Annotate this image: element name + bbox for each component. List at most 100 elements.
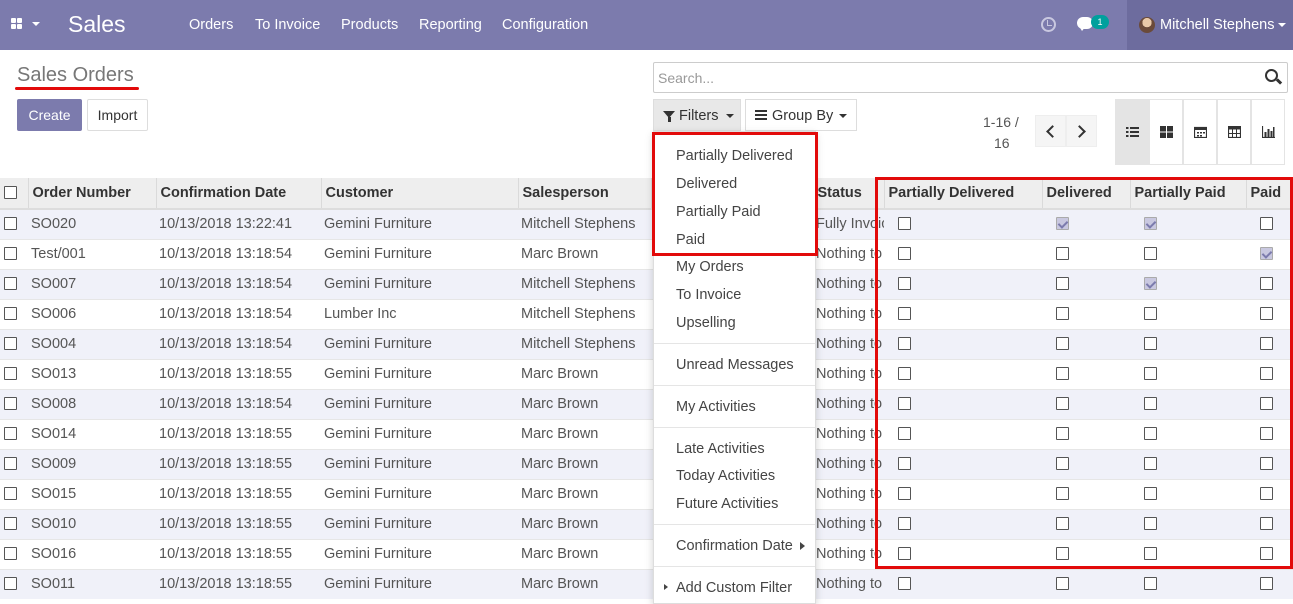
row-select-checkbox[interactable] [0, 568, 28, 599]
pager-total: 16 [994, 135, 1010, 151]
confirmation-date-cell: 10/13/2018 13:18:55 [156, 358, 321, 389]
table-row[interactable]: SO011 10/13/2018 13:18:55 Gemini Furniture… [0, 568, 1293, 599]
row-checkbox[interactable] [4, 246, 17, 260]
row-select-checkbox[interactable] [0, 418, 28, 449]
boolean-checkbox [1056, 576, 1069, 590]
row-checkbox[interactable] [4, 396, 17, 410]
confirmation-date-cell: 10/13/2018 13:18:55 [156, 538, 321, 569]
filter-today-activities[interactable]: Today Activities [676, 468, 775, 484]
activity-clock-icon[interactable] [1041, 17, 1056, 32]
column-header[interactable]: Customer [321, 178, 519, 210]
avatar [1139, 17, 1155, 33]
order-number-cell: SO015 [28, 478, 156, 509]
row-checkbox[interactable] [4, 216, 17, 230]
boolean-checkbox [1260, 576, 1273, 590]
app-brand[interactable]: Sales [68, 11, 126, 38]
column-header[interactable]: Salesperson [518, 178, 652, 210]
filter-to-invoice[interactable]: To Invoice [676, 287, 741, 303]
customer-cell: Gemini Furniture [321, 478, 518, 509]
filter-my-orders[interactable]: My Orders [676, 259, 744, 275]
pager-next-button[interactable] [1066, 115, 1097, 147]
row-select-checkbox[interactable] [0, 268, 28, 299]
add-custom-filter[interactable]: Add Custom Filter [676, 580, 792, 596]
menu-reporting[interactable]: Reporting [419, 17, 482, 33]
menu-configuration[interactable]: Configuration [502, 17, 588, 33]
confirmation-date-cell: 10/13/2018 13:18:55 [156, 568, 321, 599]
paid-cell [1246, 568, 1293, 599]
confirmation-date-cell: 10/13/2018 13:18:54 [156, 298, 321, 329]
row-select-checkbox[interactable] [0, 508, 28, 539]
column-header[interactable]: Confirmation Date [156, 178, 322, 210]
calendar-icon [1194, 126, 1207, 138]
groupby-button[interactable]: Group By [745, 99, 857, 131]
filter-future-activities[interactable]: Future Activities [676, 496, 778, 512]
graph-view-button[interactable] [1251, 99, 1285, 165]
row-checkbox[interactable] [4, 456, 17, 470]
custom-columns-highlight [875, 177, 1293, 569]
row-checkbox[interactable] [4, 336, 17, 350]
select-all-checkbox[interactable] [4, 185, 17, 199]
order-number-cell: SO007 [28, 268, 156, 299]
customer-cell: Gemini Furniture [321, 208, 518, 239]
list-view-button[interactable] [1115, 99, 1149, 165]
apps-menu-icon[interactable] [11, 16, 41, 34]
search-input[interactable] [658, 67, 1248, 89]
pager-value[interactable]: 1-16 / [983, 114, 1019, 130]
salesperson-cell: Marc Brown [518, 238, 651, 269]
column-header[interactable]: Order Number [28, 178, 157, 210]
row-checkbox[interactable] [4, 546, 17, 560]
create-button[interactable]: Create [17, 99, 82, 131]
menu-to-invoice[interactable]: To Invoice [255, 17, 320, 33]
filters-label: Filters [679, 108, 719, 124]
calendar-view-button[interactable] [1183, 99, 1217, 165]
filter-upselling[interactable]: Upselling [676, 315, 736, 331]
import-button[interactable]: Import [87, 99, 148, 131]
customer-cell: Gemini Furniture [321, 358, 518, 389]
filters-button[interactable]: Filters [653, 99, 741, 131]
confirmation-date-cell: 10/13/2018 13:18:55 [156, 448, 321, 479]
search-icon[interactable] [1265, 69, 1278, 82]
row-select-checkbox[interactable] [0, 238, 28, 269]
salesperson-cell: Marc Brown [518, 448, 651, 479]
filter-confirmation-date[interactable]: Confirmation Date [676, 538, 793, 554]
customer-cell: Gemini Furniture [321, 328, 518, 359]
confirmation-date-cell: 10/13/2018 13:18:54 [156, 268, 321, 299]
partially-paid-cell [1130, 568, 1246, 599]
filter-my-activities[interactable]: My Activities [676, 399, 756, 415]
row-select-checkbox[interactable] [0, 328, 28, 359]
row-select-checkbox[interactable] [0, 208, 28, 239]
filter-icon [663, 111, 675, 122]
row-checkbox[interactable] [4, 426, 17, 440]
user-menu[interactable]: Mitchell Stephens [1127, 0, 1293, 50]
kanban-view-button[interactable] [1149, 99, 1183, 165]
user-name: Mitchell Stephens [1160, 17, 1275, 33]
filter-late-activities[interactable]: Late Activities [676, 441, 765, 457]
row-checkbox[interactable] [4, 486, 17, 500]
row-select-checkbox[interactable] [0, 298, 28, 329]
row-checkbox[interactable] [4, 276, 17, 290]
delivered-cell [1042, 568, 1130, 599]
row-select-checkbox[interactable] [0, 358, 28, 389]
divider [654, 524, 815, 525]
divider [654, 343, 815, 344]
pivot-view-button[interactable] [1217, 99, 1251, 165]
row-checkbox[interactable] [4, 306, 17, 320]
salesperson-cell: Mitchell Stephens [518, 298, 651, 329]
pager-previous-button[interactable] [1035, 115, 1066, 147]
row-select-checkbox[interactable] [0, 538, 28, 569]
row-checkbox[interactable] [4, 576, 17, 590]
row-checkbox[interactable] [4, 366, 17, 380]
row-select-checkbox[interactable] [0, 478, 28, 509]
title-highlight [15, 87, 139, 90]
divider [654, 427, 815, 428]
menu-orders[interactable]: Orders [189, 17, 233, 33]
row-checkbox[interactable] [4, 516, 17, 530]
salesperson-cell: Mitchell Stephens [518, 328, 651, 359]
select-all-header[interactable] [0, 178, 29, 210]
menu-products[interactable]: Products [341, 17, 398, 33]
row-select-checkbox[interactable] [0, 388, 28, 419]
customer-cell: Lumber Inc [321, 298, 518, 329]
filter-unread-messages[interactable]: Unread Messages [676, 357, 794, 373]
row-select-checkbox[interactable] [0, 448, 28, 479]
order-number-cell: SO013 [28, 358, 156, 389]
